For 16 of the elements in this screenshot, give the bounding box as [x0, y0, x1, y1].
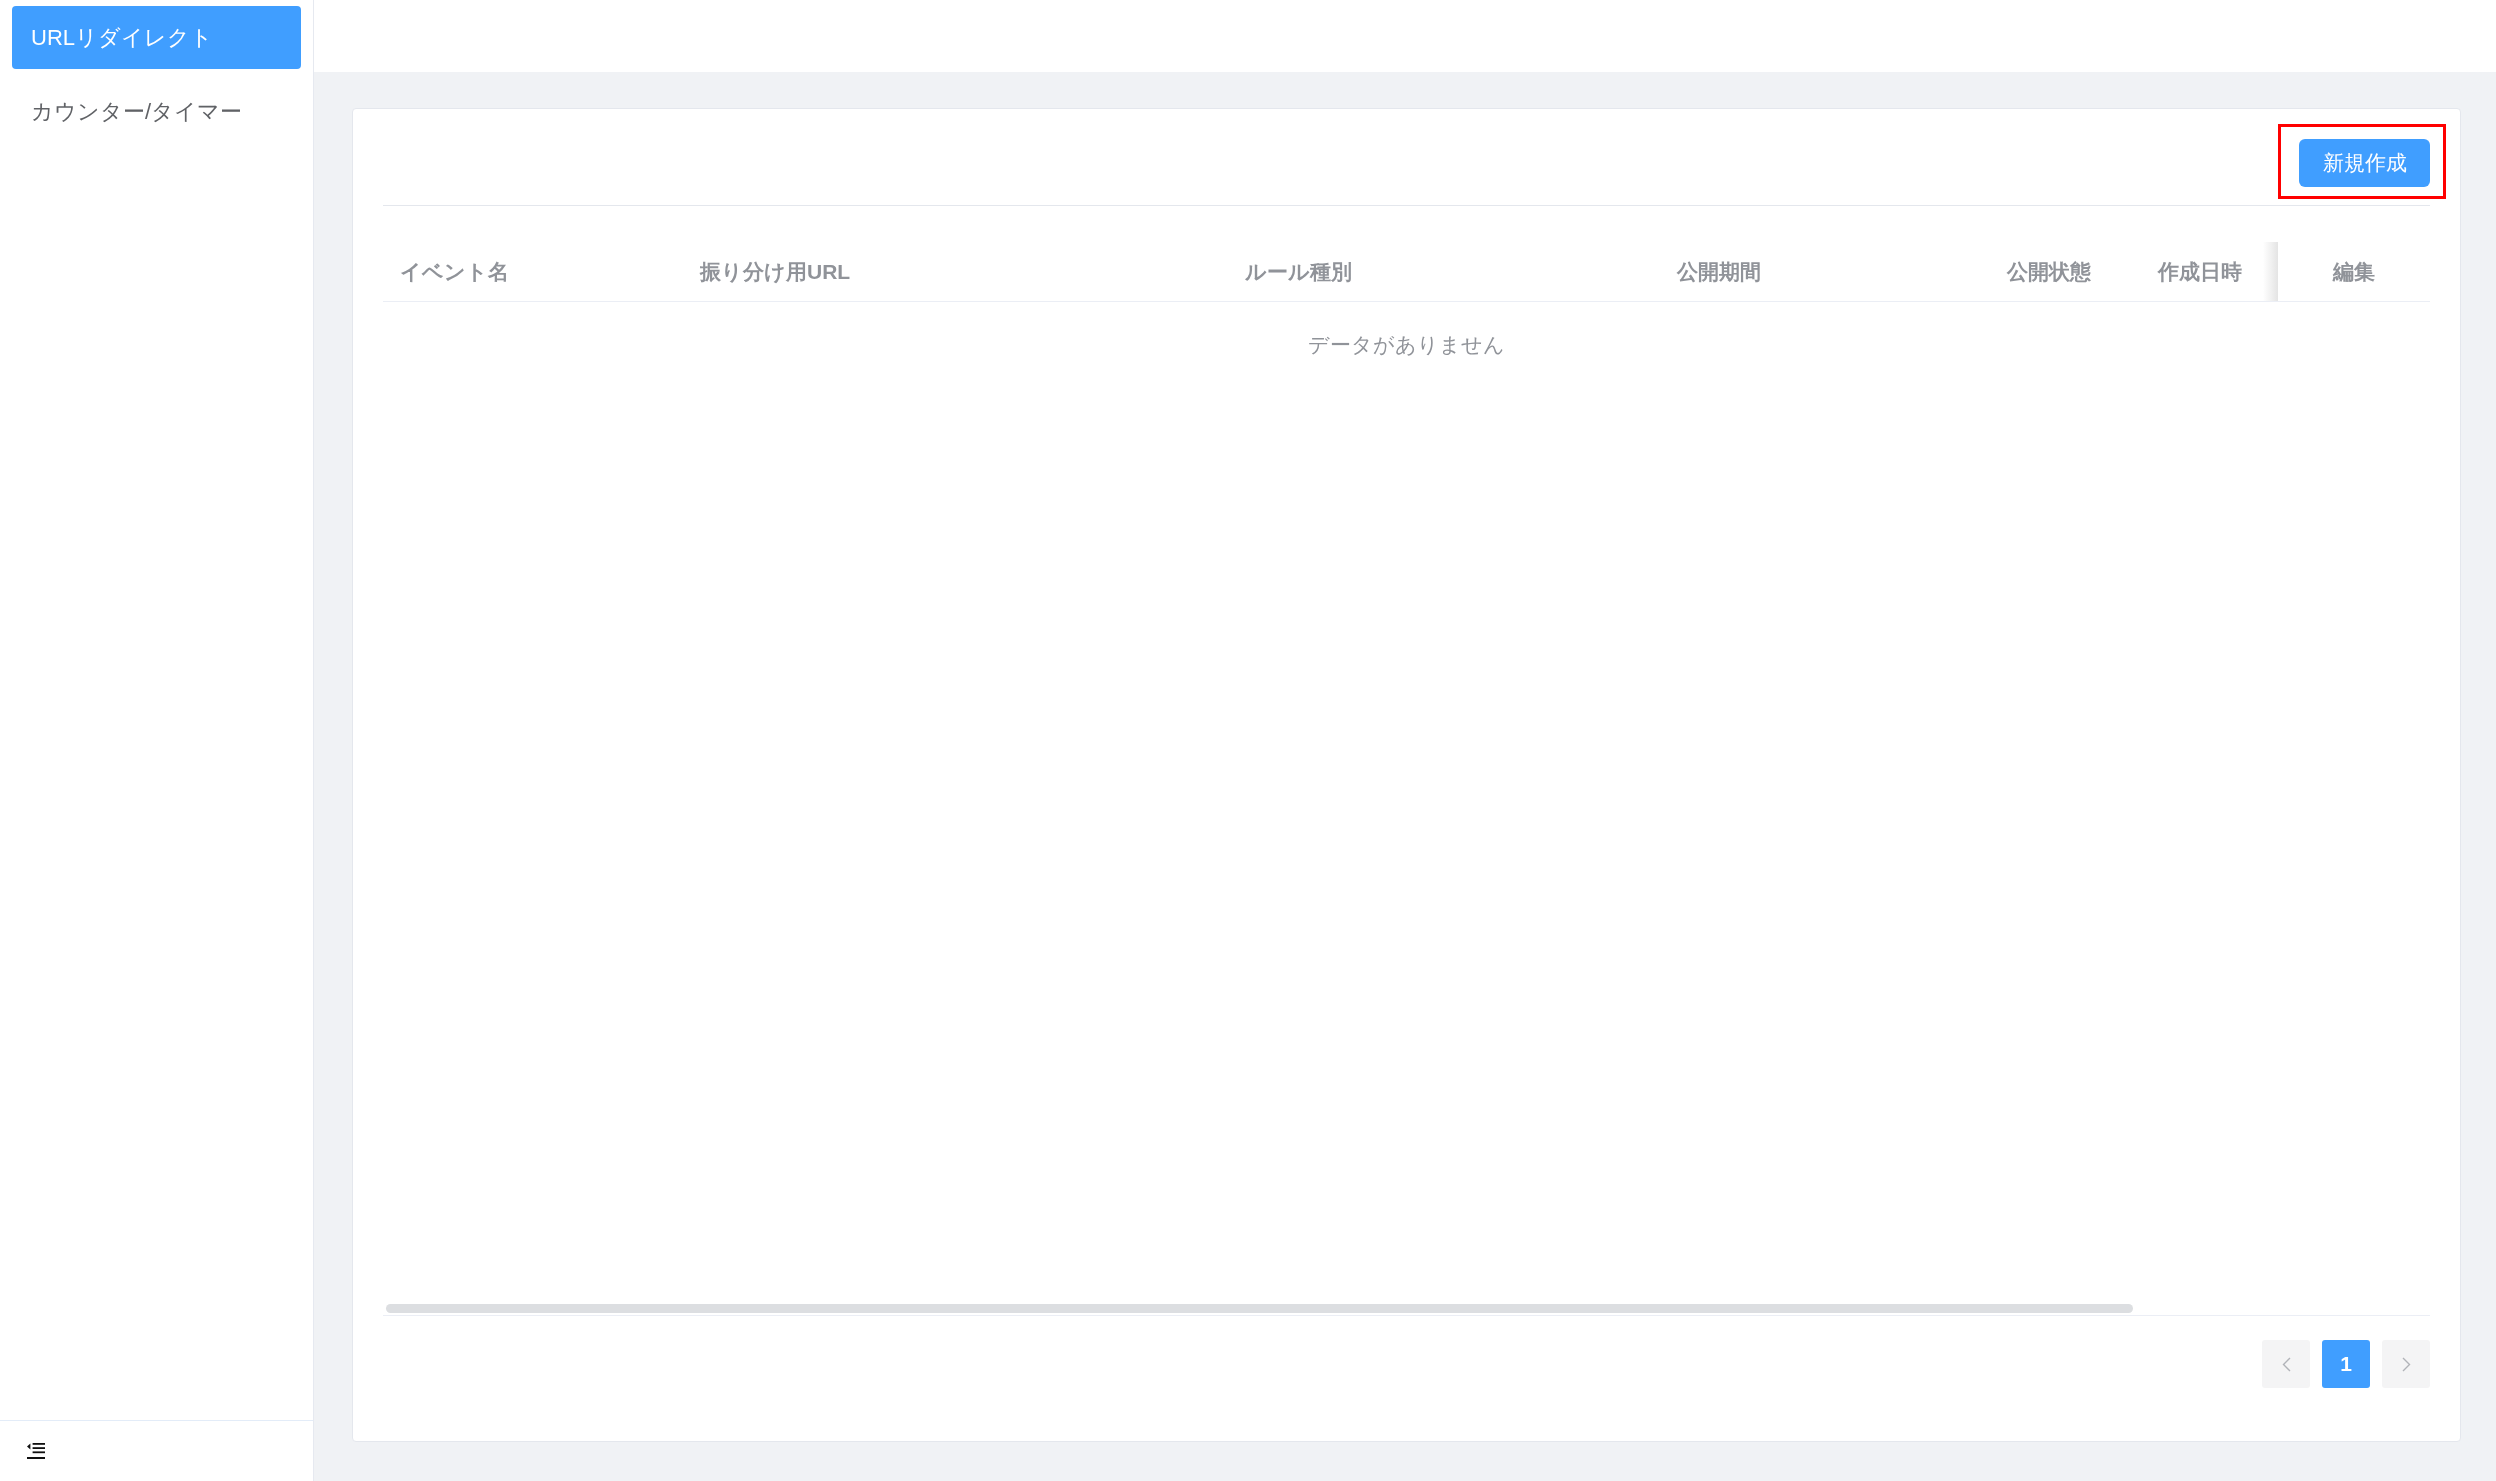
sidebar-item[interactable]: URLリダイレクト — [12, 6, 301, 69]
column-header: 公開期間 — [1677, 258, 1761, 285]
column-header: ルール種別 — [1245, 258, 1352, 285]
fixed-column-shadow — [2263, 242, 2278, 301]
outdent-icon[interactable] — [27, 1443, 45, 1459]
create-button[interactable]: 新規作成 — [2299, 139, 2430, 187]
column-header: 編集 — [2333, 258, 2375, 285]
chevron-right-icon — [2401, 1356, 2411, 1372]
column-header: イベント名 — [400, 258, 509, 285]
empty-message: データがありません — [1308, 331, 1505, 358]
horizontal-scrollbar[interactable] — [386, 1304, 2133, 1313]
chevron-left-icon — [2281, 1356, 2291, 1372]
page-button[interactable]: 1 — [2322, 1340, 2370, 1388]
column-header: 振り分け用URL — [700, 258, 851, 285]
column-header: 作成日時 — [2158, 258, 2242, 285]
column-header: 公開状態 — [2007, 258, 2091, 285]
